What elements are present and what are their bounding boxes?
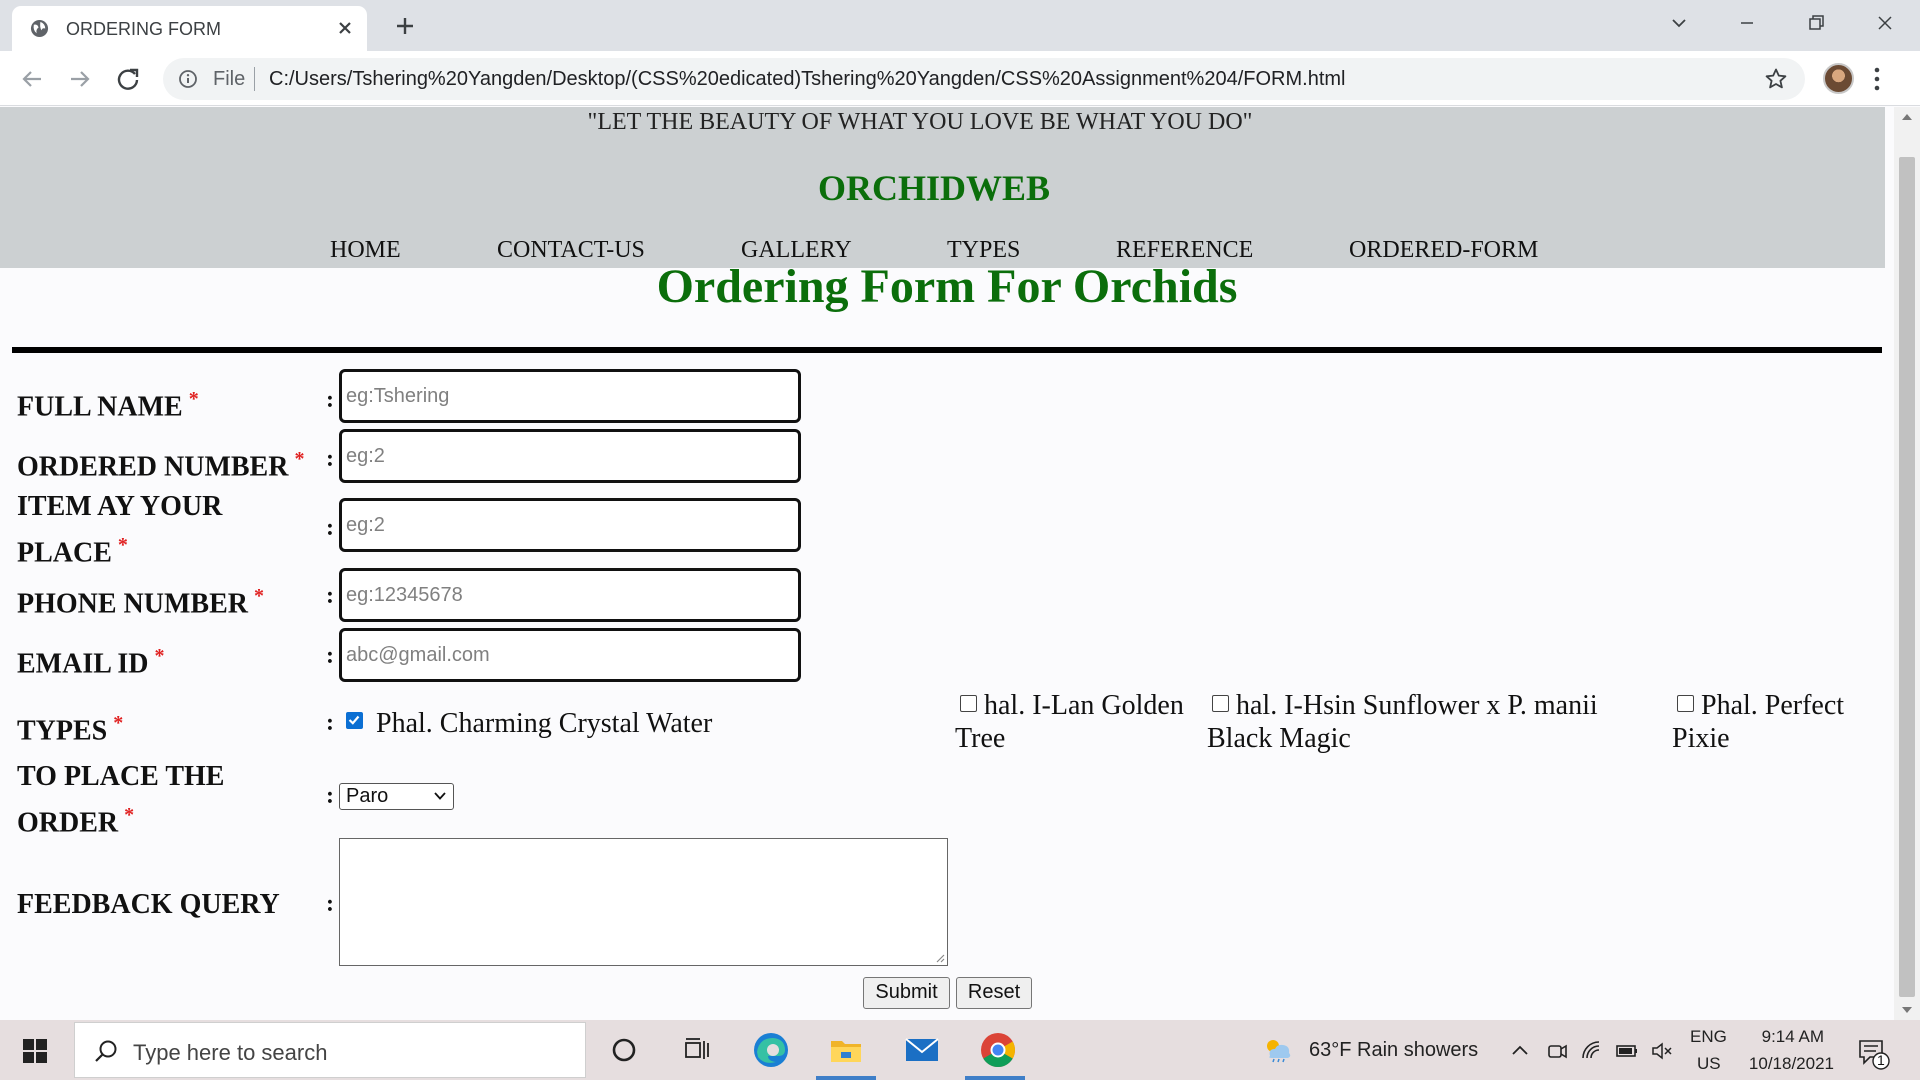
more-menu-icon[interactable] — [1872, 65, 1882, 93]
full-name-input[interactable] — [339, 369, 801, 423]
ordered-number-input[interactable] — [339, 429, 801, 483]
scroll-down-icon[interactable] — [1901, 1005, 1913, 1015]
form-title: Ordering Form For Orchids — [656, 260, 1238, 313]
close-tab-icon[interactable] — [332, 15, 358, 41]
cortana-icon[interactable] — [604, 1030, 644, 1070]
show-hidden-icons-chevron-icon[interactable] — [1508, 1039, 1532, 1063]
ordered-number-label: ORDERED NUMBER * — [17, 448, 305, 483]
mail-icon[interactable] — [902, 1030, 942, 1070]
page-scrollbar[interactable] — [1894, 107, 1920, 1020]
type-checkbox-charming-crystal-water[interactable] — [346, 712, 363, 729]
taskbar-search[interactable]: Type here to search — [74, 1022, 586, 1078]
windows-taskbar: Type here to search 63°F Rain showers EN… — [0, 1020, 1920, 1080]
file-explorer-icon[interactable] — [826, 1030, 866, 1070]
notification-count: 1 — [1877, 1052, 1885, 1068]
checkmark-icon — [348, 715, 360, 725]
restore-icon[interactable] — [1799, 8, 1833, 38]
input-language[interactable]: ENG — [1690, 1027, 1727, 1047]
input-region[interactable]: US — [1697, 1054, 1721, 1074]
file-scheme-label: File — [213, 68, 246, 90]
feedback-label: FEEDBACK QUERY — [17, 889, 280, 920]
search-icon — [95, 1040, 117, 1062]
active-app-indicator — [965, 1076, 1025, 1080]
colon: : — [326, 710, 334, 736]
required-marker: * — [124, 804, 135, 826]
item-place-input[interactable] — [339, 498, 801, 552]
task-view-icon[interactable] — [676, 1030, 716, 1070]
feedback-textarea[interactable] — [339, 838, 948, 966]
site-name: ORCHIDWEB — [817, 168, 1051, 208]
weather-text[interactable]: 63°F Rain showers — [1309, 1039, 1478, 1062]
phone-number-label: PHONE NUMBER * — [17, 585, 264, 620]
page-viewport: "LET THE BEAUTY OF WHAT YOU LOVE BE WHAT… — [0, 107, 1920, 1020]
clock-date[interactable]: 10/18/2021 — [1740, 1054, 1834, 1074]
site-quote: "LET THE BEAUTY OF WHAT YOU LOVE BE WHAT… — [587, 109, 1253, 135]
chevron-down-icon — [434, 792, 446, 800]
item-place-label: ITEM AY YOUR PLACE * — [17, 491, 223, 569]
browser-tab[interactable]: ORDERING FORM — [12, 6, 367, 51]
required-marker: * — [154, 645, 165, 667]
required-marker: * — [188, 388, 199, 410]
bookmark-star-icon[interactable] — [1764, 67, 1788, 91]
required-marker: * — [117, 534, 128, 556]
weather-rain-icon[interactable] — [1262, 1037, 1294, 1063]
notification-center[interactable]: 1 — [1856, 1036, 1890, 1070]
type-option-label: Phal. Perfect Pixie — [1672, 690, 1845, 754]
type-option-label: Phal. Charming Crystal Water — [376, 708, 713, 739]
new-tab-icon[interactable] — [390, 11, 420, 41]
colon: : — [326, 783, 334, 809]
minimize-icon[interactable] — [1730, 8, 1764, 38]
search-placeholder: Type here to search — [133, 1040, 328, 1065]
submit-button[interactable]: Submit — [863, 977, 950, 1009]
url-separator — [254, 67, 255, 91]
running-app-indicator — [816, 1076, 876, 1080]
chrome-icon[interactable] — [978, 1030, 1018, 1070]
reload-icon[interactable] — [113, 64, 143, 94]
full-name-label: FULL NAME * — [17, 388, 199, 423]
required-marker: * — [254, 585, 264, 607]
colon: : — [326, 387, 334, 413]
colon: : — [326, 891, 334, 917]
email-input[interactable] — [339, 628, 801, 682]
colon: : — [326, 446, 334, 472]
browser-toolbar: File C:/Users/Tshering%20Yangden/Desktop… — [0, 51, 1920, 106]
reset-button[interactable]: Reset — [956, 977, 1032, 1009]
close-window-icon[interactable] — [1868, 8, 1902, 38]
type-option-label: hal. I-Hsin Sunflower x P. manii Black M… — [1207, 690, 1598, 754]
title-divider — [12, 347, 1882, 353]
windows-start-icon[interactable] — [14, 1036, 58, 1066]
type-option-label: hal. I-Lan Golden Tree — [955, 690, 1184, 754]
colon: : — [326, 583, 334, 609]
email-label: EMAIL ID * — [17, 645, 165, 680]
city-select[interactable]: Paro — [339, 783, 454, 810]
browser-tab-strip: ORDERING FORM — [0, 0, 1920, 51]
clock-time[interactable]: 9:14 AM — [1752, 1027, 1824, 1047]
address-bar[interactable]: File C:/Users/Tshering%20Yangden/Desktop… — [163, 58, 1805, 100]
volume-muted-icon[interactable] — [1650, 1039, 1674, 1063]
required-marker: * — [294, 448, 305, 470]
types-label: TYPES * — [17, 712, 124, 747]
city-select-value: Paro — [346, 785, 389, 807]
scroll-up-icon[interactable] — [1901, 112, 1913, 122]
profile-avatar[interactable] — [1823, 63, 1854, 94]
info-icon[interactable] — [178, 69, 198, 89]
globe-icon — [30, 19, 49, 38]
colon: : — [326, 515, 334, 541]
tab-title: ORDERING FORM — [66, 19, 221, 39]
scroll-thumb[interactable] — [1899, 157, 1915, 997]
meet-now-icon[interactable] — [1545, 1039, 1569, 1063]
forward-icon[interactable] — [65, 64, 95, 94]
battery-icon[interactable] — [1615, 1039, 1639, 1063]
resize-grip-icon[interactable] — [933, 951, 945, 963]
phone-number-input[interactable] — [339, 568, 801, 622]
colon: : — [326, 643, 334, 669]
edge-browser-icon[interactable] — [751, 1030, 791, 1070]
tab-search-chevron-icon[interactable] — [1662, 8, 1696, 38]
back-icon[interactable] — [17, 64, 47, 94]
place-order-label: TO PLACE THE ORDER * — [17, 761, 225, 839]
site-header: "LET THE BEAUTY OF WHAT YOU LOVE BE WHAT… — [0, 107, 1885, 268]
required-marker: * — [113, 712, 124, 734]
network-icon[interactable] — [1580, 1039, 1604, 1063]
url-text[interactable]: C:/Users/Tshering%20Yangden/Desktop/(CSS… — [269, 68, 1345, 91]
